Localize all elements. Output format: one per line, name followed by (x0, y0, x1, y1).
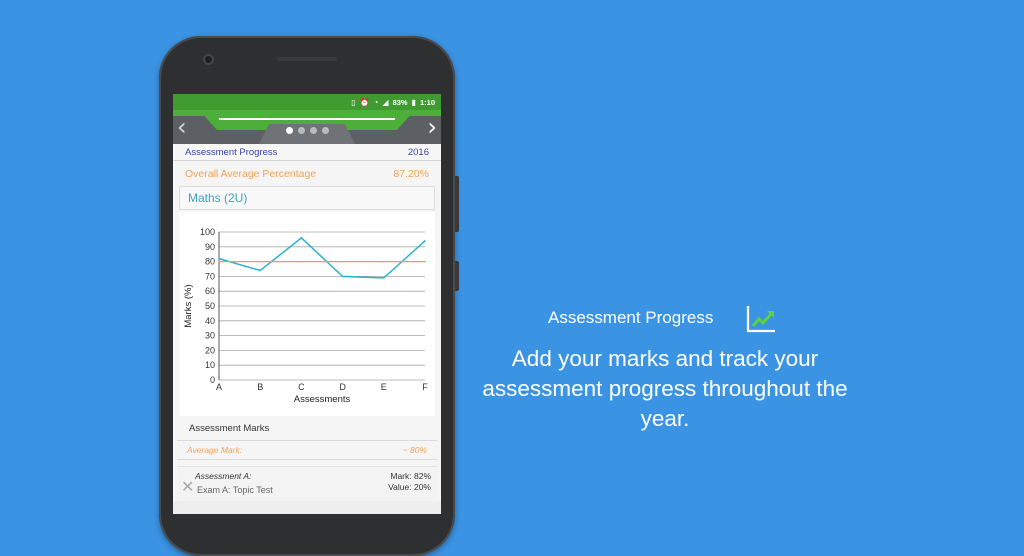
phone-frame: ▯ ⏰ ◔ ◢ 83% ▮ 1:10 ‹ › Assessment Progre… (159, 36, 459, 556)
status-bar: ▯ ⏰ ◔ ◢ 83% ▮ 1:10 (173, 94, 441, 110)
data-point (383, 277, 385, 279)
alarm-icon: ⏰ (359, 97, 370, 107)
app-toolbar: ‹ › (173, 110, 441, 144)
overall-average-label: Overall Average Percentage (185, 167, 317, 180)
line-chart: 0 10 20 30 40 50 60 70 80 90 100 A B C D E F Assessments M… (183, 227, 428, 405)
y-tick-label: 70 (205, 271, 215, 281)
data-point (341, 260, 344, 263)
power-button (455, 176, 459, 232)
x-tick-label: B (257, 382, 263, 392)
signal-icon: ◢ (382, 97, 389, 107)
page-dot-1[interactable] (285, 127, 293, 134)
subject-header[interactable]: Maths (2U) (179, 186, 435, 210)
data-point (300, 260, 303, 263)
page-dot-3[interactable] (309, 127, 317, 134)
assessment-subtitle: Exam A: Topic Test (197, 485, 273, 495)
vibrate-icon: ▯ (351, 97, 356, 107)
phone-screen: ▯ ⏰ ◔ ◢ 83% ▮ 1:10 ‹ › Assessment Progre… (173, 94, 441, 514)
average-mark-value: ~ 80% (402, 445, 427, 455)
data-point (259, 260, 261, 263)
close-icon[interactable]: ✕ (181, 480, 194, 496)
y-tick-label: 100 (200, 227, 215, 237)
page-dot-4[interactable] (321, 127, 329, 134)
x-tick-label: F (422, 382, 428, 392)
overall-average-value: 87.20% (393, 167, 429, 180)
x-tick-label: D (339, 382, 346, 392)
data-point (218, 260, 220, 263)
promo-description: Add your marks and track your assessment… (482, 346, 848, 431)
battery-icon: ▮ (411, 97, 416, 107)
average-mark-row: Average Mark: ~ 80% (177, 441, 437, 460)
front-camera (203, 54, 214, 65)
clock: 1:10 (419, 97, 435, 107)
x-tick-label: E (381, 382, 387, 392)
progress-chart: 0 10 20 30 40 50 60 70 80 90 100 A B C D E F Assessments M… (179, 212, 435, 416)
assessment-value: Value: 20% (388, 482, 431, 492)
assessment-mark: Mark: 82% (390, 471, 431, 481)
x-axis-label: Assessments (294, 394, 351, 405)
page-indicator-line (219, 118, 395, 120)
summary-header: Assessment Progress 2016 (173, 144, 441, 161)
data-point (424, 240, 426, 242)
assessment-marks-title: Assessment Marks (177, 416, 437, 441)
y-tick-label: 50 (205, 301, 215, 311)
y-axis-label: Marks (%) (183, 284, 194, 327)
summary-title: Assessment Progress (185, 146, 278, 158)
y-tick-label: 80 (205, 257, 215, 267)
y-tick-label: 30 (205, 331, 215, 341)
data-point (424, 260, 426, 263)
assessment-item[interactable]: ✕ Assessment A: Exam A: Topic Test Mark:… (177, 466, 437, 501)
x-tick-label: C (298, 382, 305, 392)
y-tick-label: 40 (205, 316, 215, 326)
content-area: Assessment Progress 2016 Overall Average… (173, 144, 441, 501)
y-tick-label: 90 (205, 242, 215, 252)
x-tick-label: A (216, 382, 222, 392)
assessment-name: Assessment A: (195, 471, 252, 481)
overall-average-row: Overall Average Percentage 87.20% (173, 161, 441, 186)
wifi-icon: ◔ (373, 97, 379, 107)
y-tick-label: 20 (205, 345, 215, 355)
y-tick-label: 10 (205, 360, 215, 370)
y-tick-label: 60 (205, 286, 215, 296)
data-point (341, 275, 344, 278)
page-dot-2[interactable] (297, 127, 305, 134)
data-point (383, 260, 385, 263)
marks-series-line (218, 236, 426, 279)
trending-up-icon (746, 306, 775, 333)
battery-level: 83% (392, 97, 408, 107)
page-dots (173, 127, 441, 134)
data-point (300, 237, 303, 239)
promo-title: Assessment Progress (548, 308, 714, 327)
y-tick-label: 0 (210, 375, 215, 385)
earpiece-speaker (277, 57, 337, 61)
average-mark-label: Average Mark: (187, 445, 243, 455)
volume-button (455, 261, 459, 291)
summary-year[interactable]: 2016 (408, 147, 429, 158)
data-point (259, 269, 261, 272)
data-point (218, 257, 220, 260)
